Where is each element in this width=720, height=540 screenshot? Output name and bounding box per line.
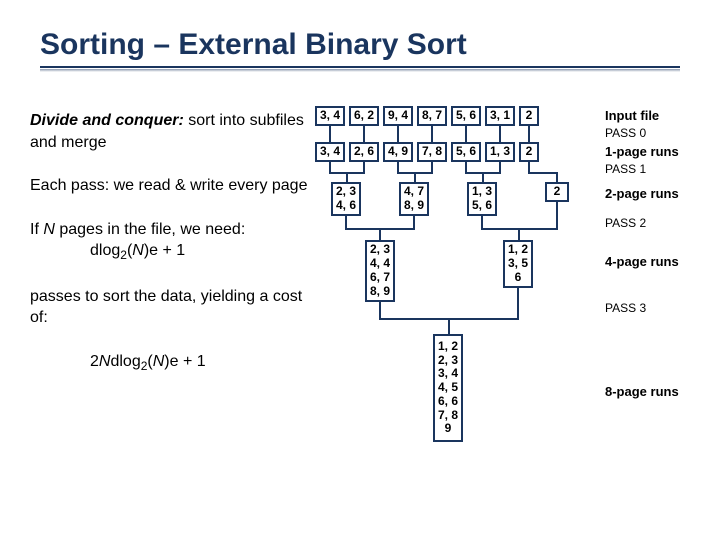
para-npages: If N pages in the file, we need: dlog2(N…: [30, 219, 320, 264]
formula-passes: dlog2(N)e + 1: [30, 242, 185, 259]
conn: [414, 172, 416, 182]
conn: [431, 126, 433, 142]
label-pass2: PASS 2: [605, 216, 646, 230]
conn: [482, 172, 484, 182]
label-input: Input file: [605, 108, 659, 123]
r2c0: 2, 3 4, 6: [331, 182, 361, 216]
conn: [465, 126, 467, 142]
formula-cost: 2Ndlog2(N)e + 1: [30, 351, 320, 374]
conn: [528, 162, 530, 172]
conn: [556, 202, 558, 228]
conn: [413, 216, 415, 228]
r0c5: 3, 1: [485, 106, 515, 126]
r2c2: 1, 3 5, 6: [467, 182, 497, 216]
r0c1: 6, 2: [349, 106, 379, 126]
title-accent: [40, 69, 680, 72]
r4c0: 1, 2 2, 3 3, 4 4, 5 6, 6 7, 8 9: [433, 334, 463, 442]
conn: [329, 162, 331, 172]
conn: [481, 216, 483, 228]
conn: [363, 162, 365, 172]
conn: [397, 126, 399, 142]
conn: [517, 288, 519, 318]
conn: [528, 172, 558, 174]
conn: [499, 126, 501, 142]
conn: [528, 126, 530, 142]
conn: [465, 162, 467, 172]
r1c4: 5, 6: [451, 142, 481, 162]
conn: [329, 126, 331, 142]
r1c3: 7, 8: [417, 142, 447, 162]
r3c1: 1, 2 3, 5 6: [503, 240, 533, 288]
diagram: 3, 4 6, 2 9, 4 8, 7 5, 6 3, 1 2 Input fi…: [315, 106, 715, 526]
label-pass0: PASS 0: [605, 126, 646, 140]
para-cost: passes to sort the data, yielding a cost…: [30, 286, 320, 329]
conn: [379, 228, 381, 240]
conn: [518, 228, 520, 240]
para-divide: Divide and conquer: sort into subfiles a…: [30, 110, 320, 153]
r0c4: 5, 6: [451, 106, 481, 126]
conn: [397, 162, 399, 172]
r0c3: 8, 7: [417, 106, 447, 126]
conn: [431, 162, 433, 172]
para-pass: Each pass: we read & write every page: [30, 175, 320, 197]
label-4page: 4-page runs: [605, 254, 679, 269]
r1c0: 3, 4: [315, 142, 345, 162]
r2c1: 4, 7 8, 9: [399, 182, 429, 216]
r0c6: 2: [519, 106, 539, 126]
r3c0: 2, 3 4, 4 6, 7 8, 9: [365, 240, 395, 302]
label-pass3: PASS 3: [605, 301, 646, 315]
r0c0: 3, 4: [315, 106, 345, 126]
r1c1: 2, 6: [349, 142, 379, 162]
label-8page: 8-page runs: [605, 384, 679, 399]
conn: [499, 162, 501, 172]
conn: [345, 216, 347, 228]
r1c6: 2: [519, 142, 539, 162]
label-2page: 2-page runs: [605, 186, 679, 201]
conn: [363, 126, 365, 142]
label-1page: 1-page runs: [605, 144, 679, 159]
conn: [556, 172, 558, 182]
conn: [379, 302, 381, 318]
text-column: Divide and conquer: sort into subfiles a…: [30, 110, 320, 396]
conn: [346, 172, 348, 182]
r2c3: 2: [545, 182, 569, 202]
slide-title: Sorting – External Binary Sort: [40, 28, 680, 68]
r1c5: 1, 3: [485, 142, 515, 162]
r1c2: 4, 9: [383, 142, 413, 162]
divide-emph: Divide and conquer:: [30, 112, 184, 129]
label-pass1: PASS 1: [605, 162, 646, 176]
conn: [448, 318, 450, 334]
r0c2: 9, 4: [383, 106, 413, 126]
